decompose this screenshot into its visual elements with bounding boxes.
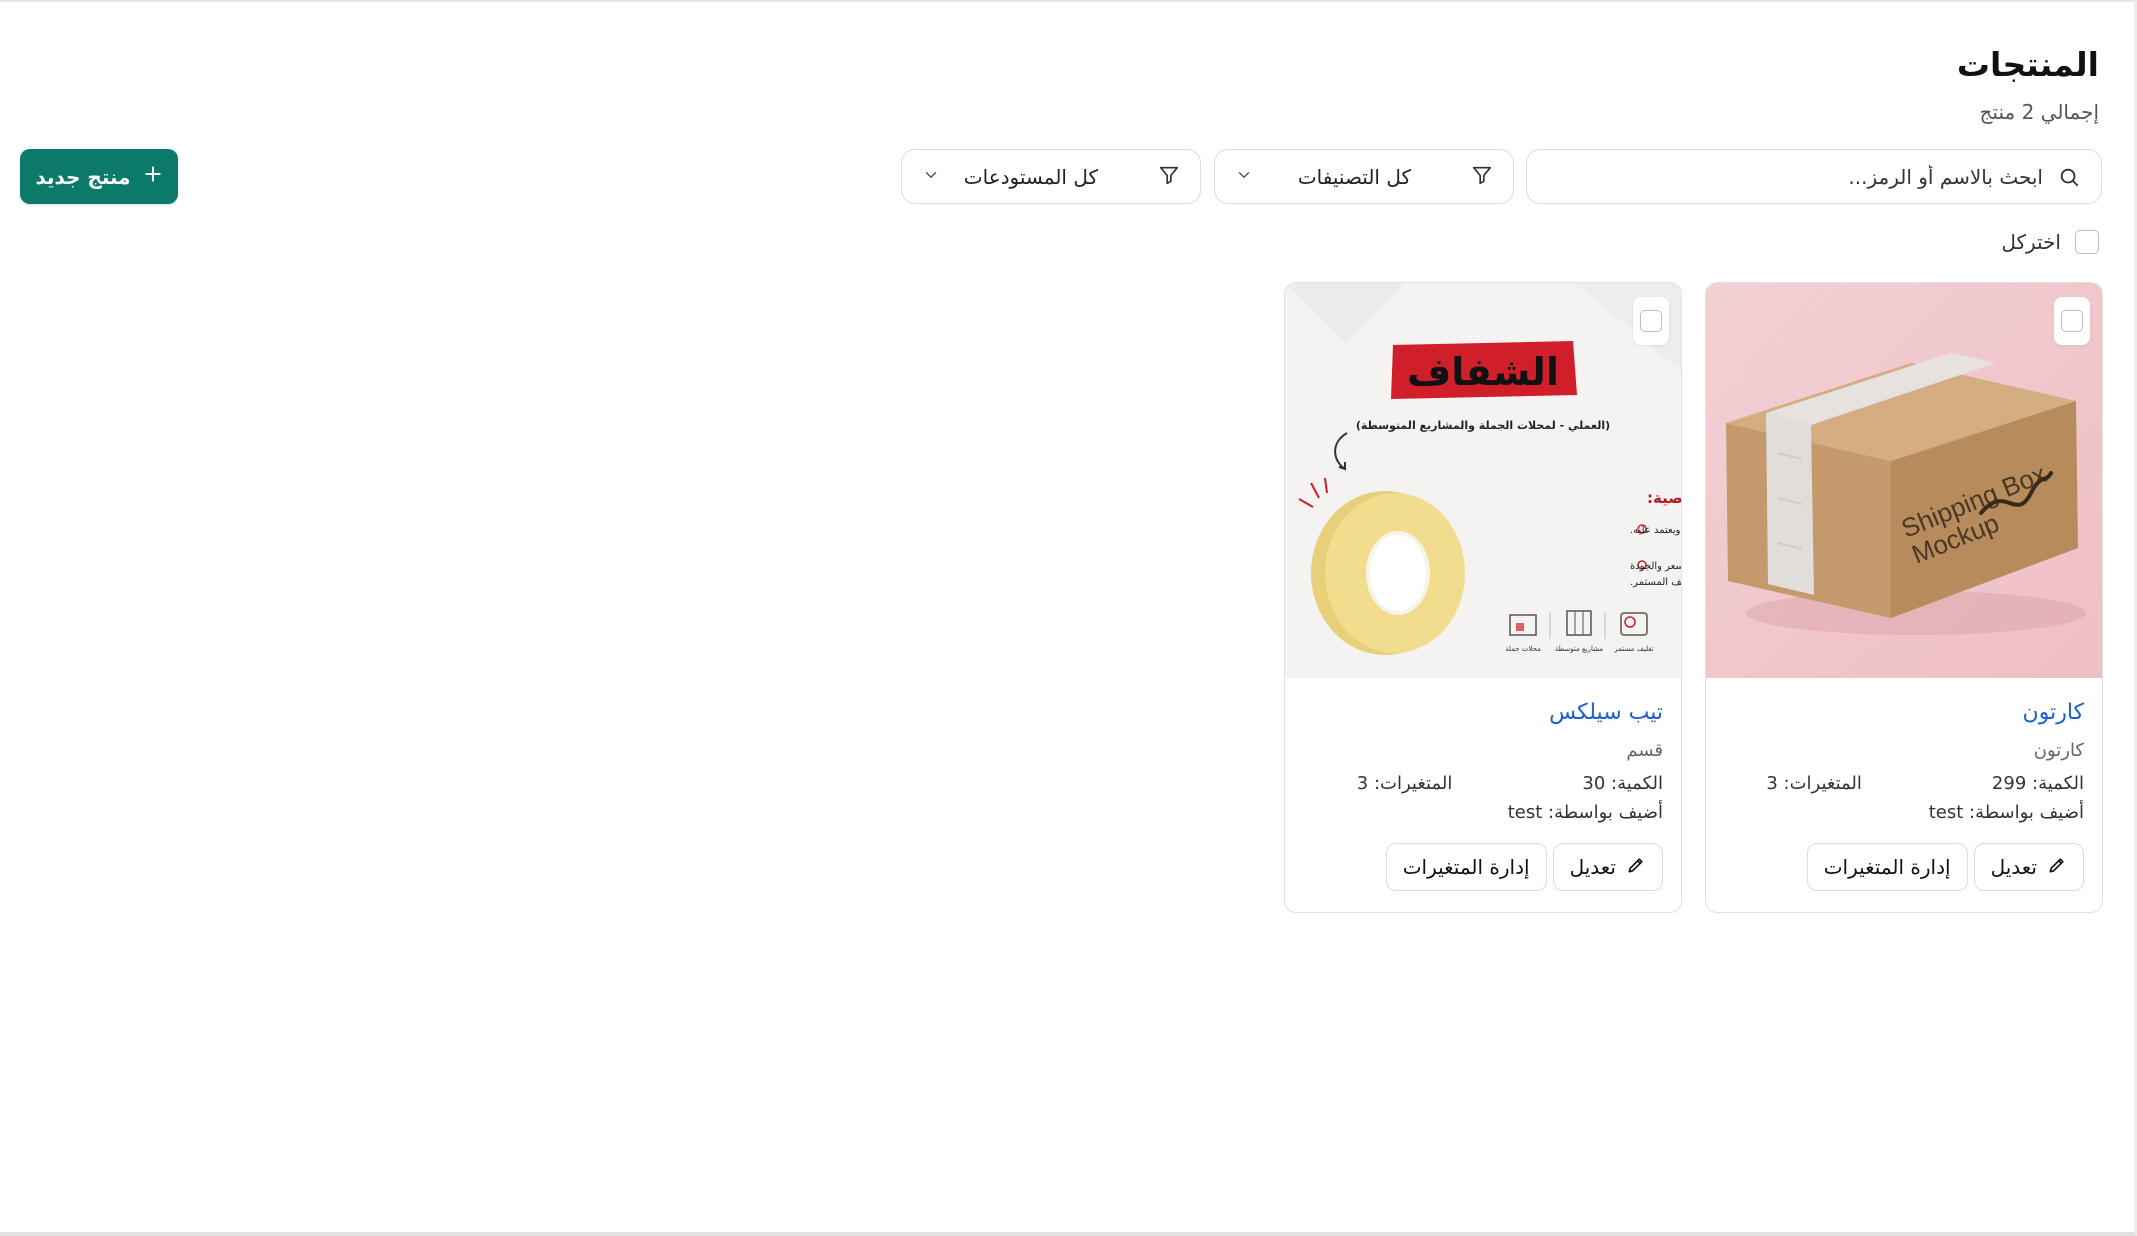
- manage-variants-label: إدارة المتغيرات: [1823, 855, 1951, 879]
- image-point-2a: التوازن المثالي بين السعر والجودة: [1630, 561, 1681, 572]
- pencil-icon: [2047, 855, 2067, 880]
- pencil-icon: [1626, 855, 1646, 880]
- product-details: كارتون كارتون الكمية: 299 المتغيرات: 3 أ…: [1706, 678, 2102, 891]
- page-subtitle: إجمالي 2 منتج: [1979, 100, 2100, 124]
- product-name[interactable]: تيب سيلكس: [1303, 698, 1663, 728]
- product-quantity: الكمية: 299: [1991, 773, 2084, 794]
- product-stats: الكمية: 299 المتغيرات: 3: [1724, 773, 2084, 794]
- category-filter-label: كل التصنيفات: [1297, 164, 1411, 189]
- select-all-label: اختركل: [2001, 230, 2061, 254]
- search-input[interactable]: [1583, 164, 2043, 189]
- image-point-2b: العالية للتغليف المستمر.: [1630, 577, 1681, 588]
- filter-icon: [1158, 164, 1180, 190]
- image-icon-label-3: محلات جملة: [1505, 645, 1541, 653]
- image-subtitle: (العملي - لمحلات الجملة والمشاريع المتوس…: [1356, 419, 1610, 432]
- warehouse-filter[interactable]: كل المستودعات: [901, 149, 1201, 204]
- chevron-down-icon: [1235, 166, 1253, 188]
- chevron-down-icon: [922, 166, 940, 188]
- page-header: المنتجات إجمالي 2 منتج: [1957, 42, 2099, 124]
- edit-label: تعديل: [1569, 855, 1616, 879]
- image-point-1: اقتصادي، سريع، ويعتمد عليه.: [1630, 525, 1681, 536]
- new-product-label: منتج جديد: [35, 164, 131, 189]
- product-actions: تعديل إدارة المتغيرات: [1303, 843, 1663, 891]
- product-card: Shipping Box Mockup كارتون كارتون الكمية…: [1705, 282, 2103, 913]
- product-quantity: الكمية: 30: [1582, 773, 1663, 794]
- product-image: Shipping Box Mockup: [1706, 283, 2102, 678]
- manage-variants-label: إدارة المتغيرات: [1402, 855, 1530, 879]
- product-select[interactable]: [1633, 297, 1669, 345]
- select-all-checkbox[interactable]: [2075, 230, 2099, 254]
- new-product-button[interactable]: منتج جديد: [20, 149, 178, 204]
- image-icon-label-2: مشاريع متوسطة: [1555, 645, 1603, 653]
- product-card: الشفاف (العملي - لمحلات الجملة والمشاريع…: [1284, 282, 1682, 913]
- product-variants: المتغيرات: 3: [1356, 773, 1453, 794]
- select-all[interactable]: اختركل: [2001, 230, 2099, 254]
- product-checkbox[interactable]: [2061, 310, 2083, 332]
- product-added-by: أضيف بواسطة: test: [1928, 802, 2084, 823]
- edit-button[interactable]: تعديل: [1973, 843, 2084, 891]
- plus-icon: [143, 164, 163, 189]
- product-checkbox[interactable]: [1640, 310, 1662, 332]
- warehouse-filter-label: كل المستودعات: [963, 164, 1098, 189]
- product-select[interactable]: [2054, 297, 2090, 345]
- page-title: المنتجات: [1956, 45, 2099, 84]
- category-filter[interactable]: كل التصنيفات: [1214, 149, 1514, 204]
- filter-icon: [1471, 164, 1493, 190]
- product-category: كارتون: [2033, 740, 2084, 761]
- product-stats: الكمية: 30 المتغيرات: 3: [1303, 773, 1663, 794]
- edit-label: تعديل: [1990, 855, 2037, 879]
- image-icon-label-1: تغليف مستمر: [1613, 645, 1653, 653]
- edit-button[interactable]: تعديل: [1552, 843, 1663, 891]
- product-added-by: أضيف بواسطة: test: [1507, 802, 1663, 823]
- product-actions: تعديل إدارة المتغيرات: [1724, 843, 2084, 891]
- product-category: قسم: [1626, 740, 1663, 761]
- product-variants: المتغيرات: 3: [1766, 773, 1862, 794]
- product-name[interactable]: كارتون: [1724, 698, 2084, 728]
- products-page: المنتجات إجمالي 2 منتج كل التصنيفات كل ا…: [0, 0, 2137, 1236]
- image-heading: الشخصية:: [1647, 489, 1681, 507]
- manage-variants-button[interactable]: إدارة المتغيرات: [1806, 843, 1968, 891]
- manage-variants-button[interactable]: إدارة المتغيرات: [1385, 843, 1547, 891]
- banner-text: الشفاف: [1407, 350, 1559, 394]
- search-box[interactable]: [1526, 149, 2102, 204]
- search-icon: [2055, 163, 2083, 191]
- product-image: الشفاف (العملي - لمحلات الجملة والمشاريع…: [1285, 283, 1681, 678]
- product-details: تيب سيلكس قسم الكمية: 30 المتغيرات: 3 أض…: [1285, 678, 1681, 891]
